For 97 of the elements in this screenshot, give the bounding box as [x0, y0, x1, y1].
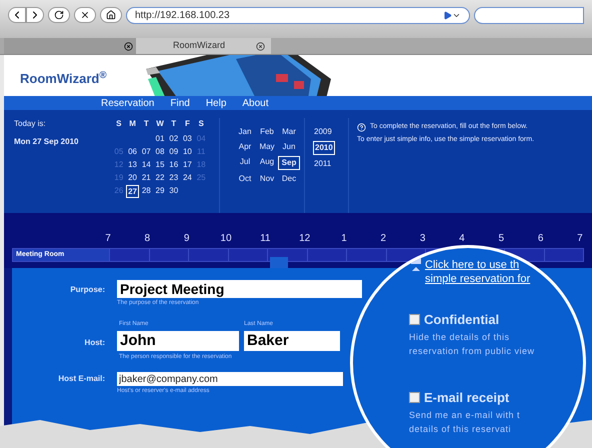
calendar-day[interactable]: 02 [166, 133, 181, 146]
calendar-day[interactable]: 09 [166, 146, 181, 159]
month-option[interactable]: May [256, 141, 278, 153]
first-name-field[interactable]: John [117, 331, 239, 351]
email-field[interactable]: jbaker@company.com [117, 372, 343, 386]
calendar-day[interactable]: 24 [180, 172, 194, 185]
month-option[interactable]: Jun [278, 141, 300, 153]
hour-label: 4 [458, 232, 466, 246]
hour-label: 7 [576, 232, 584, 246]
weekday-label: S [115, 118, 123, 130]
calendar-day[interactable]: 13 [126, 159, 140, 172]
nav-link[interactable]: About [242, 96, 269, 110]
month-option[interactable]: Jan [234, 126, 256, 138]
option-description: Hide the details of this reservation from public view [409, 330, 535, 358]
year-option[interactable]: 2009 [313, 126, 333, 138]
field-label: Host: [84, 337, 106, 349]
hour-label: 12 [298, 232, 311, 246]
calendar-day[interactable]: 27 [126, 185, 140, 198]
calendar-day[interactable]: 20 [126, 172, 140, 185]
reload-button[interactable] [48, 7, 70, 23]
month-option[interactable]: Mar [278, 126, 300, 138]
hour-label: 3 [418, 232, 426, 246]
url-text: http://192.168.100.23 [135, 9, 231, 23]
weekday-label: F [184, 118, 191, 130]
calendar-day[interactable]: 15 [153, 159, 167, 172]
time-marker [270, 257, 288, 268]
calendar-day[interactable]: 22 [153, 172, 167, 185]
calendar-day[interactable]: 14 [139, 159, 154, 172]
hour-label: 6 [536, 232, 544, 246]
today-date: Mon 27 Sep 2010 [14, 136, 80, 148]
checkbox[interactable] [409, 392, 420, 404]
hour-label: 8 [144, 232, 152, 246]
month-option[interactable]: Feb [256, 126, 278, 138]
close-icon [124, 42, 133, 50]
calendar-day[interactable]: 29 [153, 185, 167, 198]
last-name-field[interactable]: Baker [244, 331, 340, 351]
month-option[interactable]: Jul [234, 156, 256, 170]
field-label: Purpose: [69, 284, 106, 296]
logo: RoomWizard$^{®}$ [20, 69, 107, 88]
weekday-label: T [170, 118, 178, 130]
calendar-day[interactable]: 07 [139, 146, 154, 159]
calendar-day[interactable]: 01 [153, 133, 167, 146]
dropdown-icon [452, 11, 461, 20]
form-icon [411, 258, 421, 272]
weekday-label: T [142, 118, 150, 130]
hour-label: 7 [104, 232, 112, 246]
search-field[interactable] [474, 7, 584, 24]
reload-icon [54, 10, 64, 20]
hour-label: 11 [259, 232, 272, 246]
close-icon [256, 42, 265, 50]
calendar-day[interactable]: 06 [126, 146, 140, 159]
option-label: E-mail receipt [424, 389, 510, 407]
hour-label: 9 [182, 232, 190, 246]
option-label: Confidential [424, 311, 500, 329]
year-option[interactable]: 2010 [313, 141, 335, 155]
weekday-label: W [155, 118, 165, 130]
hour-label: 5 [498, 232, 506, 246]
home-icon [106, 10, 116, 20]
month-option[interactable]: Sep [278, 156, 300, 170]
calendar-day[interactable]: 08 [153, 146, 167, 159]
field-label: Host E-mail: [57, 373, 106, 385]
calendar-day[interactable]: 21 [139, 172, 154, 185]
calendar-day[interactable]: 30 [166, 185, 181, 198]
hour-label: 1 [340, 232, 348, 246]
month-option[interactable]: Apr [234, 141, 256, 153]
weekday-label: S [197, 118, 205, 130]
month-option[interactable]: Aug [256, 156, 278, 170]
calendar-day[interactable]: 28 [139, 185, 154, 198]
today-label: Today is: [14, 118, 47, 130]
calendar-day[interactable]: 17 [180, 159, 194, 172]
calendar-day[interactable]: 16 [166, 159, 181, 172]
hour-label: 10 [220, 232, 232, 246]
month-option[interactable]: Nov [256, 173, 278, 185]
month-option[interactable]: Oct [234, 173, 256, 185]
nav-link[interactable]: Find [170, 96, 190, 110]
purpose-field[interactable]: Project Meeting [117, 280, 362, 298]
browser-tab[interactable]: RoomWizard [136, 38, 271, 54]
calendar-day[interactable]: 03 [180, 133, 194, 146]
hour-label: 2 [380, 232, 388, 246]
calendar-day[interactable]: 10 [180, 146, 194, 159]
back-button[interactable] [8, 7, 26, 23]
nav-link[interactable]: Reservation [101, 96, 154, 110]
help-icon [357, 122, 366, 132]
year-option[interactable]: 2011 [313, 158, 332, 170]
forward-button[interactable] [26, 7, 44, 23]
weekday-label: M [128, 118, 137, 130]
go-icon [443, 11, 452, 20]
nav-link[interactable]: Help [206, 96, 226, 110]
option-description: Send me an e-mail with t details of this reservati [409, 408, 520, 436]
close-icon [80, 10, 90, 20]
calendar-day[interactable]: 23 [166, 172, 181, 185]
stop-button[interactable] [74, 7, 96, 23]
address-field[interactable]: http://192.168.100.23 [126, 7, 470, 24]
checkbox[interactable] [409, 314, 420, 326]
simple-form-link[interactable]: Click here to use th simple reservation for [425, 258, 530, 286]
month-option[interactable]: Dec [278, 173, 300, 185]
home-button[interactable] [100, 7, 122, 23]
